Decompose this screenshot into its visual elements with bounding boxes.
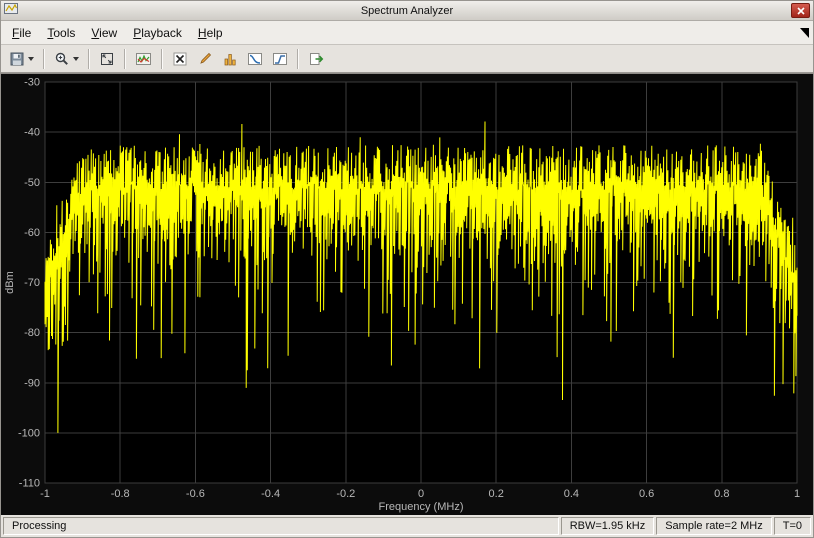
svg-text:-50: -50: [24, 177, 40, 189]
menu-tools[interactable]: Tools: [39, 23, 83, 43]
spectrum-settings-button[interactable]: [131, 47, 156, 71]
svg-text:-1: -1: [40, 488, 50, 500]
close-icon: [796, 6, 806, 16]
svg-text:0.4: 0.4: [564, 488, 579, 500]
toolbar-separator: [43, 49, 45, 69]
statusbar: Processing RBW=1.95 kHz Sample rate=2 MH…: [1, 515, 813, 537]
playback-icon: [308, 51, 325, 67]
svg-text:1: 1: [794, 488, 800, 500]
status-sample-rate: Sample rate=2 MHz: [656, 517, 772, 535]
spectral-mask-button[interactable]: [268, 47, 292, 71]
svg-text:-0.2: -0.2: [336, 488, 355, 500]
menu-playback[interactable]: Playback: [125, 23, 190, 43]
dropdown-arrow-icon: [73, 57, 79, 61]
svg-text:-100: -100: [18, 427, 40, 439]
titlebar[interactable]: Spectrum Analyzer: [1, 1, 813, 21]
ccdf-icon: [247, 51, 263, 67]
svg-text:-40: -40: [24, 127, 40, 139]
svg-text:-0.6: -0.6: [186, 488, 205, 500]
svg-text:Frequency (MHz): Frequency (MHz): [379, 501, 464, 513]
cursor-measurements-icon: [172, 51, 188, 67]
toolbar-separator: [124, 49, 126, 69]
svg-text:-70: -70: [24, 277, 40, 289]
dropdown-arrow-icon: [28, 57, 34, 61]
svg-text:-110: -110: [19, 478, 40, 490]
spectrum-plot[interactable]: -1 -0.8 -0.6 -0.4 -0.2 0 0.2 0.4 0.6 0.8 1 -30 -40 -5…: [1, 73, 813, 515]
spectrum-analyzer-window: Spectrum Analyzer File Tools View Playba…: [0, 0, 814, 538]
zoom-button[interactable]: [50, 47, 83, 71]
svg-text:-0.4: -0.4: [261, 488, 280, 500]
ccdf-measurements-button[interactable]: [243, 47, 267, 71]
toolbar-separator: [88, 49, 90, 69]
distortion-icon: [222, 51, 238, 67]
close-button[interactable]: [791, 3, 810, 18]
status-rbw: RBW=1.95 kHz: [561, 517, 655, 535]
svg-text:-60: -60: [24, 227, 40, 239]
svg-text:0: 0: [418, 488, 424, 500]
svg-text:-30: -30: [24, 77, 40, 89]
save-button[interactable]: [5, 47, 38, 71]
svg-text:-80: -80: [24, 327, 40, 339]
menu-view[interactable]: View: [83, 23, 125, 43]
svg-text:0.6: 0.6: [639, 488, 654, 500]
cursor-measurements-button[interactable]: [168, 47, 192, 71]
svg-text:dBm: dBm: [4, 271, 16, 294]
menu-overflow-icon[interactable]: [800, 28, 809, 38]
svg-text:0.8: 0.8: [714, 488, 729, 500]
spectrum-chart[interactable]: -1 -0.8 -0.6 -0.4 -0.2 0 0.2 0.4 0.6 0.8 1 -30 -40 -5…: [1, 74, 813, 515]
status-message: Processing: [3, 517, 559, 535]
svg-text:0.2: 0.2: [489, 488, 504, 500]
fit-to-view-icon: [99, 51, 115, 67]
fit-to-view-button[interactable]: [95, 47, 119, 71]
menu-help[interactable]: Help: [190, 23, 231, 43]
spectral-mask-icon: [272, 51, 288, 67]
toolbar-separator: [297, 49, 299, 69]
svg-text:-90: -90: [24, 377, 40, 389]
toolbar-separator: [161, 49, 163, 69]
zoom-icon: [54, 51, 70, 67]
peak-finder-button[interactable]: [193, 47, 217, 71]
toolbar: [1, 45, 813, 73]
menu-file[interactable]: File: [4, 23, 39, 43]
spectrum-settings-icon: [135, 51, 152, 67]
svg-text:-0.8: -0.8: [111, 488, 130, 500]
menubar: File Tools View Playback Help: [1, 21, 813, 45]
playback-export-button[interactable]: [304, 47, 329, 71]
status-time: T=0: [774, 517, 811, 535]
save-icon: [9, 51, 25, 67]
peak-finder-icon: [197, 51, 213, 67]
distortion-measurements-button[interactable]: [218, 47, 242, 71]
window-title: Spectrum Analyzer: [1, 5, 813, 17]
